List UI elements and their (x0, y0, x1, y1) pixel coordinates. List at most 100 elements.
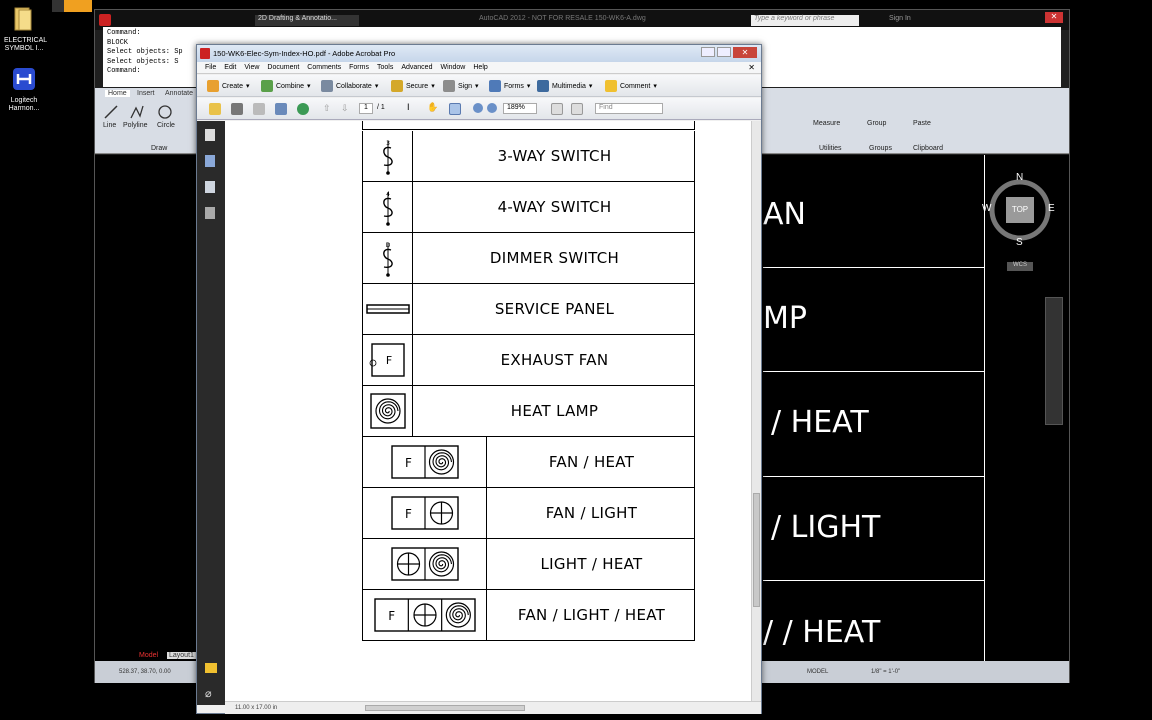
select-text-icon[interactable]: I (407, 102, 410, 112)
heat-lamp-icon (370, 393, 406, 429)
symbol-label: FAN / LIGHT (545, 504, 638, 522)
forms-button[interactable]: Forms ▾ (489, 80, 530, 92)
secure-button[interactable]: Secure ▾ (391, 80, 435, 92)
sign-in-button[interactable]: Sign In (889, 15, 911, 22)
minimize-icon[interactable] (701, 47, 715, 57)
prev-page-icon[interactable]: ⇧ (323, 103, 331, 114)
model-space-toggle[interactable]: MODEL (807, 669, 828, 675)
wcs-menu[interactable]: WCS (1007, 262, 1033, 271)
menu-advanced[interactable]: Advanced (401, 62, 432, 74)
menu-forms[interactable]: Forms (349, 62, 369, 74)
group-button[interactable]: Group (867, 120, 886, 127)
symbol-cell (363, 539, 487, 589)
desktop-orange-tab[interactable] (64, 0, 92, 12)
zoom-in-icon[interactable] (487, 103, 497, 113)
menu-edit[interactable]: Edit (224, 62, 236, 74)
workspace-select[interactable]: 2D Drafting & Annotatio... (255, 15, 359, 26)
desktop-icon-electrical[interactable]: ELECTRICAL SYMBOL I... (4, 6, 47, 53)
maximize-icon[interactable] (717, 47, 731, 57)
symbol-mark: D (386, 242, 391, 249)
hand-tool-icon[interactable]: ✋ (427, 102, 438, 113)
create-button[interactable]: Create ▾ (207, 80, 250, 92)
page-total: / 1 (377, 104, 385, 111)
fit-width-icon[interactable] (571, 103, 583, 115)
symbol-cell: D (363, 233, 413, 283)
next-page-icon[interactable]: ⇩ (341, 103, 349, 114)
menu-view[interactable]: View (244, 62, 259, 74)
comments-pane-icon[interactable] (205, 663, 217, 673)
table-row: SERVICE PANEL (362, 284, 695, 335)
close-document-icon[interactable]: ✕ (748, 62, 755, 74)
menu-window[interactable]: Window (440, 62, 465, 74)
tab-model[interactable]: Model (139, 652, 158, 659)
combine-button[interactable]: Combine ▾ (261, 80, 311, 92)
annotation-scale[interactable]: 1/8" = 1'-0" (871, 669, 900, 675)
symbol-cell: F (363, 590, 487, 640)
viewcube-top-button[interactable]: TOP (1006, 197, 1034, 223)
menu-document[interactable]: Document (267, 62, 299, 74)
bookmarks-icon[interactable] (205, 155, 215, 167)
compass-s[interactable]: S (1016, 237, 1023, 248)
sign-button[interactable]: Sign ▾ (443, 80, 479, 92)
email-icon[interactable] (275, 103, 287, 115)
measure-button[interactable]: Measure (813, 120, 840, 127)
autocad-app-icon[interactable] (99, 14, 111, 26)
menu-comments[interactable]: Comments (307, 62, 341, 74)
draw-group-label[interactable]: Draw (151, 145, 167, 152)
web-icon[interactable] (297, 103, 309, 115)
horizontal-scroll-thumb[interactable] (365, 705, 525, 711)
clipboard-group-label[interactable]: Clipboard (913, 145, 943, 152)
collaborate-button[interactable]: Collaborate ▾ (321, 80, 378, 92)
comment-button[interactable]: Comment ▾ (605, 80, 657, 92)
symbol-mark: 3 (386, 140, 390, 147)
scroll-thumb[interactable] (753, 493, 760, 607)
zoom-out-icon[interactable] (473, 103, 483, 113)
pages-icon[interactable] (205, 129, 215, 141)
table-row: LIGHT / HEAT (362, 539, 695, 590)
autocad-title: AutoCAD 2012 - NOT FOR RESALE 150-WK6-A.… (479, 15, 646, 22)
navigation-bar[interactable] (1045, 297, 1063, 425)
marquee-zoom-icon[interactable] (449, 103, 461, 115)
utilities-group-label[interactable]: Utilities (819, 145, 842, 152)
menu-help[interactable]: Help (473, 62, 487, 74)
zoom-select[interactable]: 189% (503, 103, 537, 114)
menu-file[interactable]: File (205, 62, 216, 74)
groups-group-label[interactable]: Groups (869, 145, 892, 152)
viewcube[interactable]: TOP N S E W WCS (982, 172, 1055, 271)
symbol-label: LIGHT / HEAT (540, 555, 643, 573)
symbol-cell: F (363, 488, 487, 538)
tab-insert[interactable]: Insert (137, 90, 155, 97)
find-input[interactable]: Find (595, 103, 663, 114)
open-folder-icon[interactable] (209, 103, 221, 115)
close-icon[interactable]: ✕ (733, 47, 757, 58)
save-icon[interactable] (253, 103, 265, 115)
tab-layout1[interactable]: Layout1 (167, 652, 196, 659)
search-input[interactable]: Type a keyword or phrase (751, 15, 859, 26)
layers-icon[interactable] (205, 181, 215, 193)
menu-tools[interactable]: Tools (377, 62, 393, 74)
close-icon[interactable]: ✕ (1045, 12, 1063, 23)
canvas-label: MP (763, 301, 807, 336)
attachments-icon[interactable]: ⌀ (205, 687, 212, 700)
polyline-button[interactable]: Polyline (123, 122, 148, 129)
tab-home[interactable]: Home (105, 90, 130, 97)
multimedia-button[interactable]: Multimedia ▾ (537, 80, 592, 92)
fan-light-icon: F (391, 496, 459, 530)
circle-button[interactable]: Circle (157, 122, 175, 129)
compass-w[interactable]: W (982, 203, 991, 214)
compass-e[interactable]: E (1048, 203, 1055, 214)
vertical-scrollbar[interactable] (751, 121, 761, 701)
print-icon[interactable] (231, 103, 243, 115)
tab-annotate[interactable]: Annotate (165, 90, 193, 97)
pdf-document-view[interactable]: 3 3-WAY SWITCH 4 4-WAY SWITCH D DIMMER SWITCH… (225, 121, 751, 701)
table-row: 4 4-WAY SWITCH (362, 182, 695, 233)
page-number-input[interactable]: 1 (359, 103, 373, 114)
line-button[interactable]: Line (103, 122, 116, 129)
paste-button[interactable]: Paste (913, 120, 931, 127)
acrobat-title: 150-WK6-Elec-Sym-Index-HO.pdf - Adobe Ac… (213, 49, 396, 58)
symbol-mark: F (405, 456, 412, 470)
desktop-icon-logitech[interactable]: Logitech Harmon... (4, 66, 44, 113)
signatures-icon[interactable] (205, 207, 215, 219)
compass-n[interactable]: N (1016, 172, 1023, 183)
fit-page-icon[interactable] (551, 103, 563, 115)
